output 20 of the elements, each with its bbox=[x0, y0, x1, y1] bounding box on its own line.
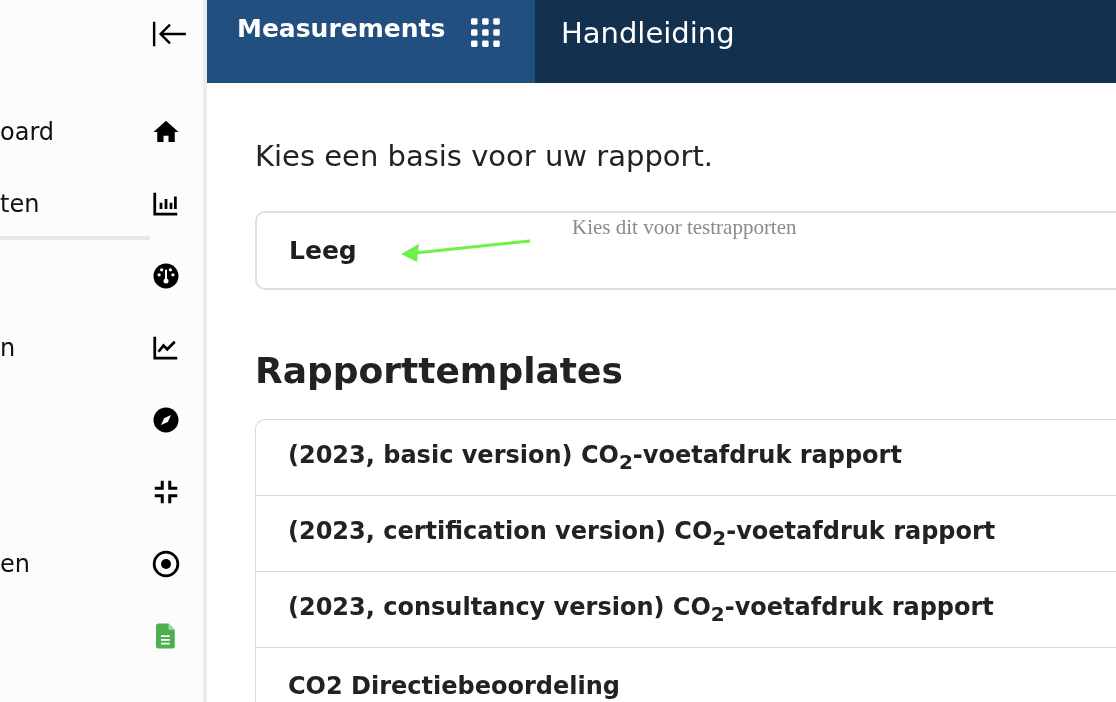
template-item[interactable]: (2023, certification version) CO$_{2}$-voetafdruk rapport bbox=[256, 496, 1116, 572]
collapse-icon[interactable] bbox=[151, 20, 189, 48]
nav-tab[interactable]: Measurements bbox=[207, 0, 535, 83]
sidebar-item[interactable]: en bbox=[0, 528, 150, 600]
prompt-text: Kies een basis voor uw rapport. bbox=[255, 139, 715, 173]
sidebar-item[interactable]: oard bbox=[0, 96, 150, 168]
gauge-icon[interactable] bbox=[151, 261, 181, 291]
apps-grid-icon[interactable] bbox=[471, 18, 501, 48]
target-icon[interactable] bbox=[151, 549, 181, 579]
template-item[interactable]: CO2 Directiebeoordeling bbox=[256, 648, 1116, 702]
option-label: Leeg bbox=[289, 236, 357, 265]
section-title: Rapporttemplates bbox=[255, 350, 624, 391]
sidebar-item[interactable]: ten bbox=[0, 168, 150, 240]
template-item[interactable]: (2023, consultancy version) CO$_{2}$-voetafdruk rapport bbox=[256, 572, 1116, 648]
sidebar-item[interactable]: n bbox=[0, 312, 150, 384]
nav-tab[interactable]: Handleiding bbox=[535, 0, 761, 83]
option-card[interactable]: Leeg Kies dit voor testrapporten bbox=[255, 211, 1116, 290]
annotation-text: Kies dit voor testrapporten bbox=[572, 215, 797, 240]
template-item[interactable]: (2023, basic version) CO$_{2}$-voetafdruk rapport bbox=[256, 420, 1116, 496]
compass-icon[interactable] bbox=[151, 405, 181, 435]
